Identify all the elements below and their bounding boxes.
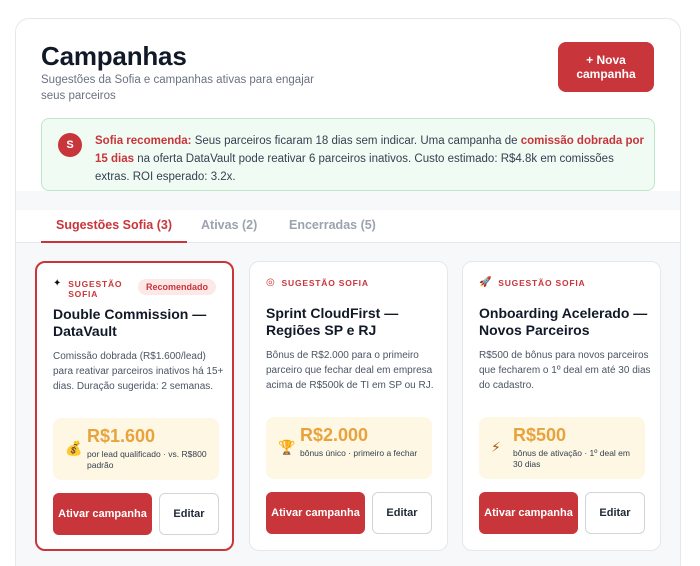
card-description: Comissão dobrada (R$1.600/lead) para rea… (53, 351, 224, 392)
card-tag: ✦ SUGESTÃO SOFIA (53, 278, 124, 300)
edit-campaign-button[interactable]: Editar (159, 493, 219, 535)
campaigns-panel: Campanhas Sugestões da Sofia e campanhas… (15, 18, 681, 566)
card-tag: ◎ SUGESTÃO SOFIA (266, 277, 369, 289)
activate-campaign-button[interactable]: Ativar campanha (53, 493, 152, 535)
sofia-avatar: S (58, 133, 82, 157)
campaign-tabs: Sugestões Sofia (3) Ativas (2) Encerrada… (16, 210, 680, 243)
page-header: Campanhas Sugestões da Sofia e campanhas… (16, 19, 680, 119)
target-icon: ◎ (266, 277, 276, 288)
trophy-icon: 🏆 (278, 439, 296, 455)
tab-closed[interactable]: Encerradas (5) (274, 210, 391, 243)
recommended-badge: Recomendado (137, 279, 216, 295)
sofia-recommendation: S Sofia recomenda: Seus parceiros ficara… (41, 118, 655, 191)
recommendation-text-part: na oferta DataVault pode reativar 6 parc… (95, 153, 614, 183)
card-amount-note: bônus único · primeiro a fechar (300, 448, 418, 458)
activate-campaign-button[interactable]: Ativar campanha (266, 492, 365, 534)
card-tag-label: SUGESTÃO SOFIA (498, 278, 586, 288)
suggestions-grid: ✦ SUGESTÃO SOFIA Recomendado Double Comm… (16, 243, 680, 566)
tab-sofia-suggestions[interactable]: Sugestões Sofia (3) (41, 210, 187, 243)
sparkle-icon: ✦ (53, 278, 63, 289)
card-amount: R$2.000 (300, 425, 369, 445)
card-amount: R$500 (513, 425, 567, 445)
card-amount-box: 💰 R$1.600 por lead qualificado · vs. R$8… (53, 418, 219, 480)
card-title: Double Commission — DataVault (53, 306, 207, 339)
card-amount-box: 🏆 R$2.000 bônus único · primeiro a fecha… (266, 417, 432, 479)
lightning-icon: ⚡ (491, 439, 501, 455)
card-amount-note: bônus de ativação · 1º deal em 30 dias (513, 448, 630, 469)
card-tag: 🚀 SUGESTÃO SOFIA (479, 277, 586, 289)
card-tag-label: SUGESTÃO SOFIA (281, 278, 369, 288)
card-tag-label: SUGESTÃO SOFIA (68, 279, 123, 299)
money-bag-icon: 💰 (65, 440, 83, 456)
card-title: Sprint CloudFirst — Regiões SP e RJ (266, 305, 399, 338)
activate-campaign-button[interactable]: Ativar campanha (479, 492, 578, 534)
card-description: Bônus de R$2.000 para o primeiro parceir… (266, 350, 434, 391)
card-description: R$500 de bônus para novos parceiros que … (479, 350, 651, 391)
campaign-card: ◎ SUGESTÃO SOFIA Sprint CloudFirst — Reg… (249, 261, 448, 551)
campaign-card: ✦ SUGESTÃO SOFIA Recomendado Double Comm… (35, 261, 234, 551)
edit-campaign-button[interactable]: Editar (372, 492, 432, 534)
card-title: Onboarding Acelerado — Novos Parceiros (479, 305, 648, 338)
page-subtitle: Sugestões da Sofia e campanhas ativas pa… (41, 74, 314, 102)
tab-active[interactable]: Ativas (2) (186, 210, 272, 243)
new-campaign-button[interactable]: + Nova campanha (558, 42, 654, 92)
campaign-card: 🚀 SUGESTÃO SOFIA Onboarding Acelerado — … (462, 261, 661, 551)
card-amount: R$1.600 (87, 426, 156, 446)
section-divider (16, 191, 680, 210)
edit-campaign-button[interactable]: Editar (585, 492, 645, 534)
recommendation-text-part: Seus parceiros ficaram 18 dias sem indic… (191, 135, 521, 147)
recommendation-lead: Sofia recomenda: (95, 135, 192, 147)
card-amount-note: por lead qualificado · vs. R$800 padrão (87, 449, 207, 470)
card-amount-box: ⚡ R$500 bônus de ativação · 1º deal em 3… (479, 417, 645, 479)
rocket-icon: 🚀 (479, 277, 493, 288)
recommendation-text: Sofia recomenda: Seus parceiros ficaram … (95, 132, 645, 186)
page-title: Campanhas (41, 41, 187, 71)
